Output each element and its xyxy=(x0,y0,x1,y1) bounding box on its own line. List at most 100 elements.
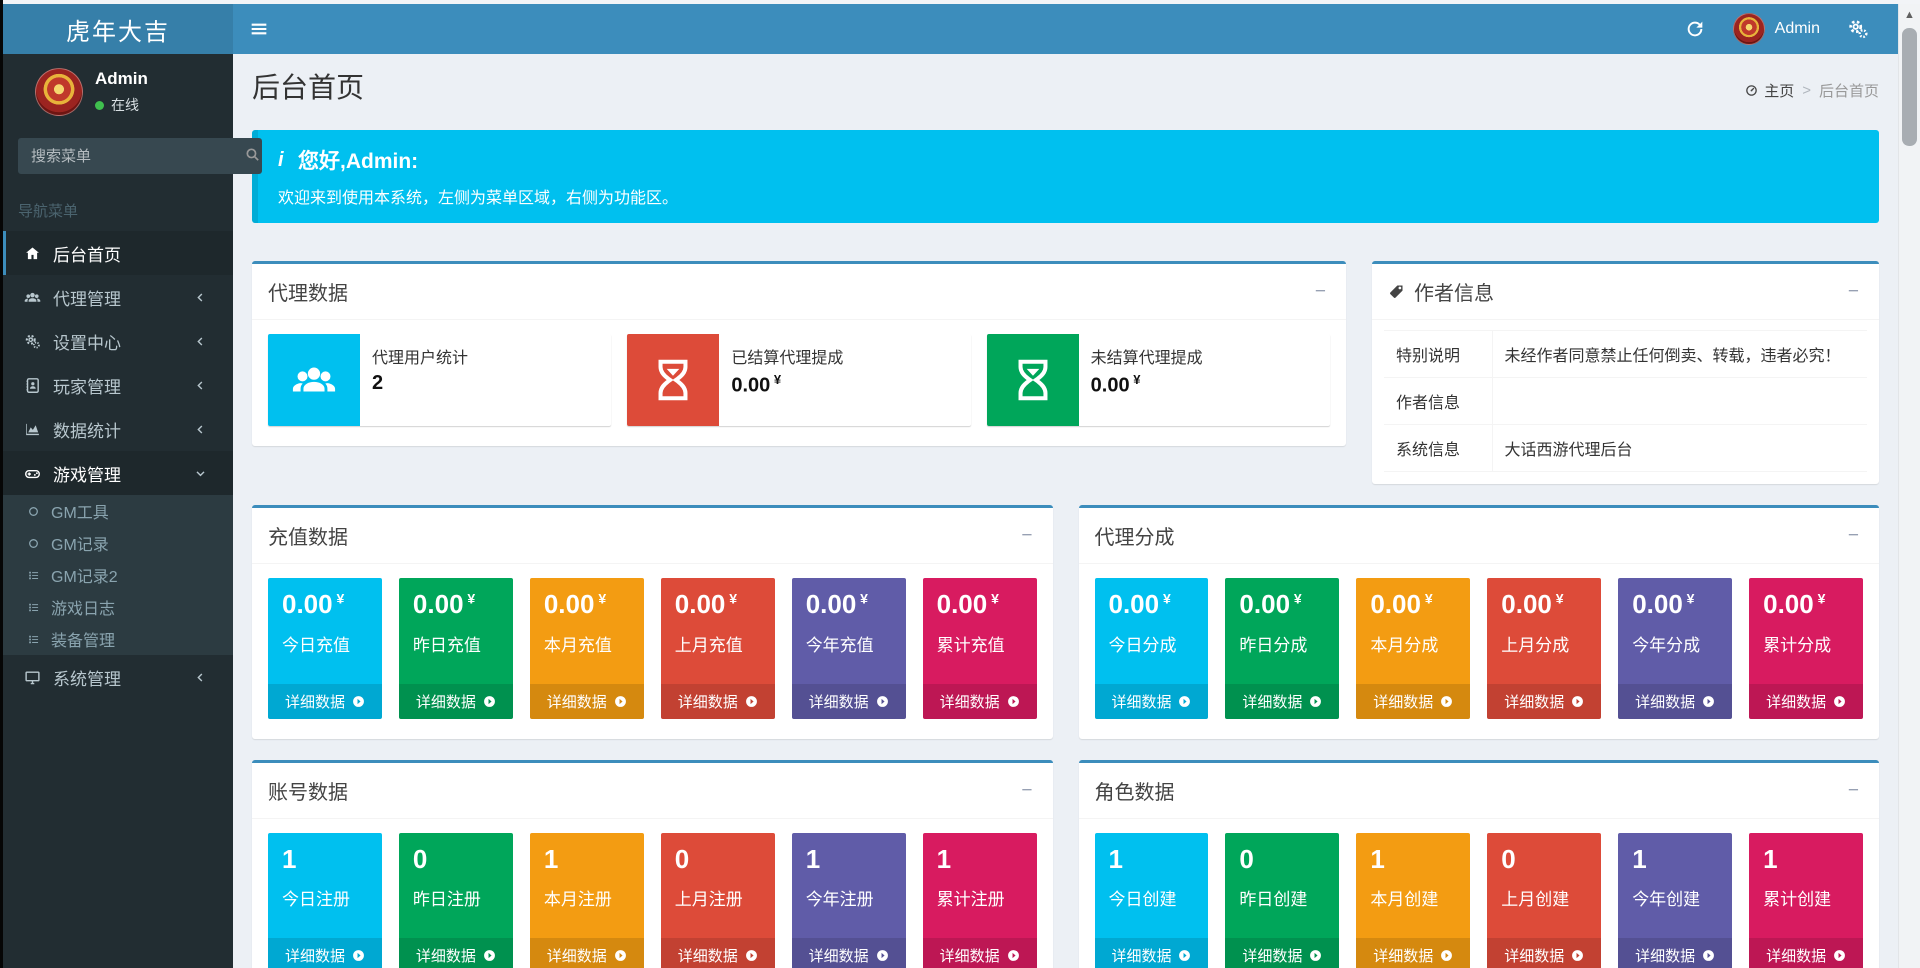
tile-detail-label: 详细数据 xyxy=(1766,945,1826,966)
sidebar-toggle-button[interactable] xyxy=(233,4,285,54)
vertical-scrollbar[interactable]: ▲ xyxy=(1898,4,1920,968)
sidebar-item-label: 游戏管理 xyxy=(53,461,194,486)
tile-detail-link[interactable]: 详细数据 xyxy=(1356,684,1470,719)
tile-detail-link[interactable]: 详细数据 xyxy=(1618,938,1732,968)
tile-detail-link[interactable]: 详细数据 xyxy=(268,938,382,968)
tile-label: 本月创建 xyxy=(1370,885,1458,910)
tile-detail-label: 详细数据 xyxy=(1373,691,1433,712)
collapse-button[interactable]: − xyxy=(1844,779,1863,802)
sidebar-item-游戏管理[interactable]: 游戏管理 xyxy=(3,451,233,495)
user-menu[interactable]: Admin xyxy=(1725,4,1828,54)
sidebar-subitem-游戏日志[interactable]: 游戏日志 xyxy=(3,591,233,623)
sidebar-search xyxy=(18,138,218,174)
tile-detail-link[interactable]: 详细数据 xyxy=(530,684,644,719)
table-row: 系统信息大话西游代理后台 xyxy=(1384,425,1867,472)
tile-inner: 0.00 ¥今日分成 xyxy=(1095,578,1209,684)
tile-detail-link[interactable]: 详细数据 xyxy=(1225,938,1339,968)
sidebar-subitem-GM工具[interactable]: GM工具 xyxy=(3,495,233,527)
gears-icon xyxy=(24,333,41,350)
tile-detail-label: 详细数据 xyxy=(1504,691,1564,712)
tile-detail-link[interactable]: 详细数据 xyxy=(1095,684,1209,719)
tile-label: 昨日分成 xyxy=(1239,631,1327,656)
sidebar-item-设置中心[interactable]: 设置中心 xyxy=(3,319,233,363)
arrow-circle-icon xyxy=(483,949,496,962)
tile-label: 累计创建 xyxy=(1763,885,1851,910)
tile-inner: 0.00 ¥上月充值 xyxy=(661,578,775,684)
tile-detail-link[interactable]: 详细数据 xyxy=(1356,938,1470,968)
sidebar-menu: 后台首页代理管理设置中心玩家管理数据统计游戏管理 GM工具GM记录GM记录2游戏日… xyxy=(3,231,233,699)
sidebar-item-代理管理[interactable]: 代理管理 xyxy=(3,275,233,319)
tile-detail-link[interactable]: 详细数据 xyxy=(1618,684,1732,719)
collapse-button[interactable]: − xyxy=(1311,280,1330,303)
search-icon xyxy=(244,146,261,163)
tile-detail-label: 详细数据 xyxy=(285,945,345,966)
tile-detail-link[interactable]: 详细数据 xyxy=(530,938,644,968)
tile-label: 昨日充值 xyxy=(413,631,501,656)
sidebar-item-数据统计[interactable]: 数据统计 xyxy=(3,407,233,451)
sidebar-item-系统管理[interactable]: 系统管理 xyxy=(3,655,233,699)
table-cell-value: 未经作者同意禁止任何倒卖、转载，违者必究！ xyxy=(1492,331,1867,378)
sidebar-subitem-GM记录[interactable]: GM记录 xyxy=(3,527,233,559)
tile-detail-label: 详细数据 xyxy=(547,691,607,712)
table-row: 作者信息 xyxy=(1384,378,1867,425)
tile-detail-link[interactable]: 详细数据 xyxy=(399,938,513,968)
search-input[interactable] xyxy=(18,138,243,174)
tile-detail-link[interactable]: 详细数据 xyxy=(661,684,775,719)
tile-detail-link[interactable]: 详细数据 xyxy=(1487,938,1601,968)
collapse-button[interactable]: − xyxy=(1017,524,1036,547)
collapse-button[interactable]: − xyxy=(1017,779,1036,802)
collapse-button[interactable]: − xyxy=(1844,280,1863,303)
tile-detail-link[interactable]: 详细数据 xyxy=(399,684,513,719)
collapse-button[interactable]: − xyxy=(1844,524,1863,547)
tile-本月创建: 1本月创建详细数据 xyxy=(1356,833,1470,968)
tile-label: 今日充值 xyxy=(282,631,370,656)
tile-value: 0.00 ¥ xyxy=(806,590,894,619)
tile-value: 0.00 ¥ xyxy=(413,590,501,619)
sidebar-submenu: GM工具GM记录GM记录2游戏日志装备管理 xyxy=(3,495,233,655)
info-box-label: 代理用户统计 xyxy=(372,344,468,368)
sidebar-item-玩家管理[interactable]: 玩家管理 xyxy=(3,363,233,407)
tile-detail-link[interactable]: 详细数据 xyxy=(923,938,1037,968)
tile-detail-link[interactable]: 详细数据 xyxy=(1749,684,1863,719)
breadcrumb-home-link[interactable]: 主页 xyxy=(1745,80,1794,101)
tile-value: 0 xyxy=(1501,845,1589,874)
tile-detail-link[interactable]: 详细数据 xyxy=(923,684,1037,719)
tile-detail-link[interactable]: 详细数据 xyxy=(1095,938,1209,968)
search-button[interactable] xyxy=(243,138,262,174)
tile-detail-link[interactable]: 详细数据 xyxy=(661,938,775,968)
scroll-up-button[interactable]: ▲ xyxy=(1899,4,1920,26)
tile-detail-link[interactable]: 详细数据 xyxy=(268,684,382,719)
tile-detail-link[interactable]: 详细数据 xyxy=(1749,938,1863,968)
tile-detail-label: 详细数据 xyxy=(1635,691,1695,712)
content-area: 后台首页 主页 > 后台首页 i 您好,Admin: 欢迎来到使用本系统，左侧为… xyxy=(233,54,1898,968)
refresh-button[interactable] xyxy=(1673,4,1717,54)
tile-value: 0.00 ¥ xyxy=(675,590,763,619)
callout-title: 您好,Admin: xyxy=(298,145,418,175)
tile-detail-link[interactable]: 详细数据 xyxy=(1225,684,1339,719)
sidebar-item-后台首页[interactable]: 后台首页 xyxy=(3,231,233,275)
hourglass-icon xyxy=(1010,357,1056,403)
tile-detail-link[interactable]: 详细数据 xyxy=(792,938,906,968)
tile-detail-link[interactable]: 详细数据 xyxy=(1487,684,1601,719)
sidebar-subitem-GM记录2[interactable]: GM记录2 xyxy=(3,559,233,591)
sidebar-item-label: 设置中心 xyxy=(53,329,194,354)
arrow-circle-icon xyxy=(1178,949,1191,962)
panel-recharge-data: 充值数据 − 0.00 ¥今日充值详细数据0.00 ¥昨日充值详细数据0.00 … xyxy=(252,505,1053,739)
circle-o-icon xyxy=(27,505,40,518)
tile-inner: 0上月创建 xyxy=(1487,833,1601,939)
tile-detail-label: 详细数据 xyxy=(285,691,345,712)
tile-上月充值: 0.00 ¥上月充值详细数据 xyxy=(661,578,775,719)
panel-title: 账号数据 xyxy=(268,776,348,805)
gamepad-icon xyxy=(24,465,41,482)
scrollbar-thumb[interactable] xyxy=(1902,28,1917,146)
tile-昨日充值: 0.00 ¥ 昨日充值详细数据 xyxy=(399,578,513,719)
arrow-circle-icon xyxy=(1007,949,1020,962)
app-logo[interactable]: 虎年大吉 xyxy=(3,4,233,54)
breadcrumb-separator: > xyxy=(1802,82,1811,99)
settings-button[interactable] xyxy=(1836,4,1880,54)
sidebar-subitem-装备管理[interactable]: 装备管理 xyxy=(3,623,233,655)
tile-累计创建: 1累计创建详细数据 xyxy=(1749,833,1863,968)
refresh-icon xyxy=(1684,18,1706,40)
tile-value: 1 xyxy=(806,845,894,874)
tile-detail-link[interactable]: 详细数据 xyxy=(792,684,906,719)
